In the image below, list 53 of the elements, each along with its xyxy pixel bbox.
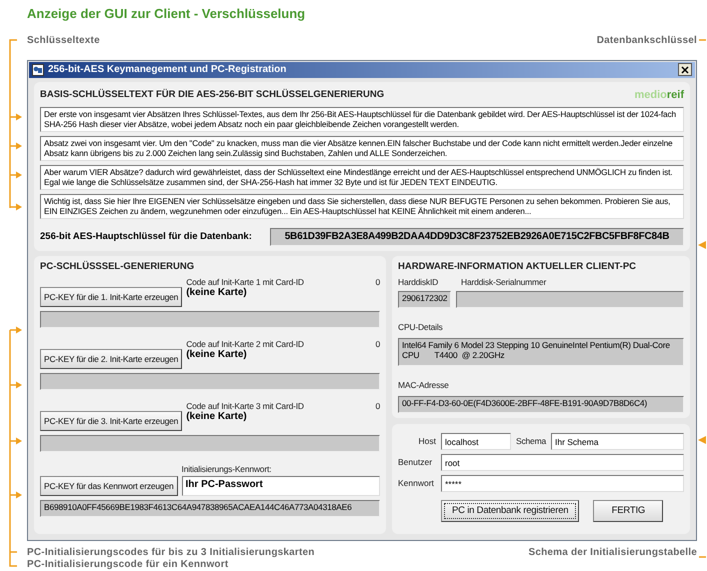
password-field[interactable]: ***** [441,474,684,492]
cpu-field: Intel64 Family 6 Model 23 Stepping 10 GenuineIntel Pentium(R) Dual-Core CPU T4400 @ 2.20GHz [398,338,684,366]
field-label: Code auf Init-Karte 3 mit Card-ID [186,400,304,411]
field-label: Harddisk-Serialnummer [461,276,546,287]
field-label: Code auf Init-Karte 2 mit Card-ID [186,338,304,349]
card-id: 0 [375,400,380,411]
field-label: MAC-Adresse [398,380,449,390]
annotation-label: PC-Initialisierungscode für ein Kennwort [27,559,228,570]
card-id: 0 [375,338,380,349]
page-title: Anzeige der GUI zur Client - Verschlüsselung [27,6,306,23]
text-field[interactable]: Aber warum VIER Absätze? dadurch wird gewährleistet, dass der Schlüsseltext eine Mindestlänge erreicht und der AES-Hauptschlüssel entsprechend UNMÖGLICH zu finden ist. Egal wie lange die Schlüsselsätze zusammen sind, der SHA-256-Hash hat immer 32 Byte und ist für JEDEN TEXT EINDEUTIG. [40,164,684,190]
section-heading: HARDWARE-INFORMATION AKTUELLER CLIENT-PC [398,260,638,272]
card-status: (keine Karte) [186,410,248,422]
text-field[interactable]: Der erste von insgesamt vier Absätzen Ihres Schlüssel-Textes, aus dem Ihr 256-Bit AES-Hauptschlüssel für die Datenbank gebildet wird. Der AES-Hauptschlüssel ist der 1024-fach SHA-256 Hash dieser vier Absätze, wobei jedem Absatz noch ein paar gleichbleibende Zeichen vorangestellt werden. [40,106,684,132]
generate-button[interactable]: PC-KEY für die 3. Init-Karte erzeugen [40,410,182,431]
password-field[interactable]: Ihr PC-Passwort [182,476,380,496]
generate-button[interactable]: PC-KEY für das Kennwort erzeugen [40,476,178,496]
text-field[interactable]: Absatz zwei von insgesamt vier. Um den "Code" zu knacken, muss man die vier Absätze kennen.EIN falscher Buchstabe und der Code kann nicht ermittelt werden.Jeder einzelne Absatz kann übrigens bis zu 2.000 Zeichen lang sein.Zulässig sind Buchstaben, Zahlen und ALLE Sonderzeichen. [40,136,684,161]
field-label: 256-bit AES-Hauptschlüssel für die Datenbank: [40,231,252,242]
field-label: HarddiskID [398,276,440,287]
field-label: CPU-Details [398,322,443,332]
section-heading: PC-SCHLÜSSSEL-GENERIERUNG [40,260,196,272]
field-label: Host [418,436,436,446]
action-button[interactable]: FERTIG [593,500,664,522]
action-button[interactable]: PC in Datenbank registrieren [441,500,580,522]
field-label: Kennwort [398,478,435,488]
annotation-label: Schema der Initialisierungstabelle [528,546,697,558]
disk-id-field: 2906172302 [398,290,452,308]
generate-button[interactable]: PC-KEY für die 1. Init-Karte erzeugen [40,286,182,307]
section-heading: BASIS-SCHLÜSSELTEXT FÜR DIE AES-256-BIT SCHLÜSSELGENERIERUNG [40,89,384,100]
field-label: Initialisierungs-Kennwort: [182,464,272,474]
annotation-label: Datenbankschlüssel [596,35,697,46]
host-field[interactable]: localhost [441,432,511,450]
code-field: B698910A0FF45669BE1983F4613C64A947838965ACAEA144C46A773A04318AE6 [40,500,380,517]
field-label: Schema [516,436,546,446]
field-label: Benutzer [398,457,434,468]
card-status: (keine Karte) [186,348,248,360]
annotation-label: Schlüsseltexte [27,35,100,46]
generate-button[interactable]: PC-KEY für die 2. Init-Karte erzeugen [40,348,182,369]
card-id: 0 [375,276,380,287]
close-button[interactable] [678,63,692,76]
annotation-label: PC-Initialisierungscodes für bis zu 3 Initialisierungskarten [27,546,315,558]
key-field: 5B61D39FB2A3E8A499B2DAA4DD9D3C8F23752EB2926A0E715C2FBC5FBF8FC84B [270,228,684,246]
user-field[interactable]: root [441,454,684,471]
mac-field: 00-FF-F4-D3-60-0E(F4D3600E-2BFF-48FE-B191-90A9D7B8D6C4) [398,396,684,413]
logo: medioreif [634,88,684,101]
close-icon [681,66,689,74]
app-icon [32,64,44,76]
schema-field[interactable]: Ihr Schema [550,432,684,450]
window-title: 256-bit-AES Keymanegement und PC-Registration [48,64,288,76]
card-status: (keine Karte) [186,286,248,298]
text-field[interactable]: Wichtig ist, dass Sie hier Ihre EIGENEN vier Schlüsselsätze eingeben und dass Sie sicherstellen, dass diese NUR BEFUGTE Personen zu sehen bekommen. Probieren Sie aus, EIN EINZIGES Zeichen zu ändern, wegzunehmen oder einzufügen... Ein AES-Hauptschlüssel hat KEINE Ähnlichkeit mit einem anderen... [40,194,684,219]
field-label: Code auf Init-Karte 1 mit Card-ID [186,276,304,287]
